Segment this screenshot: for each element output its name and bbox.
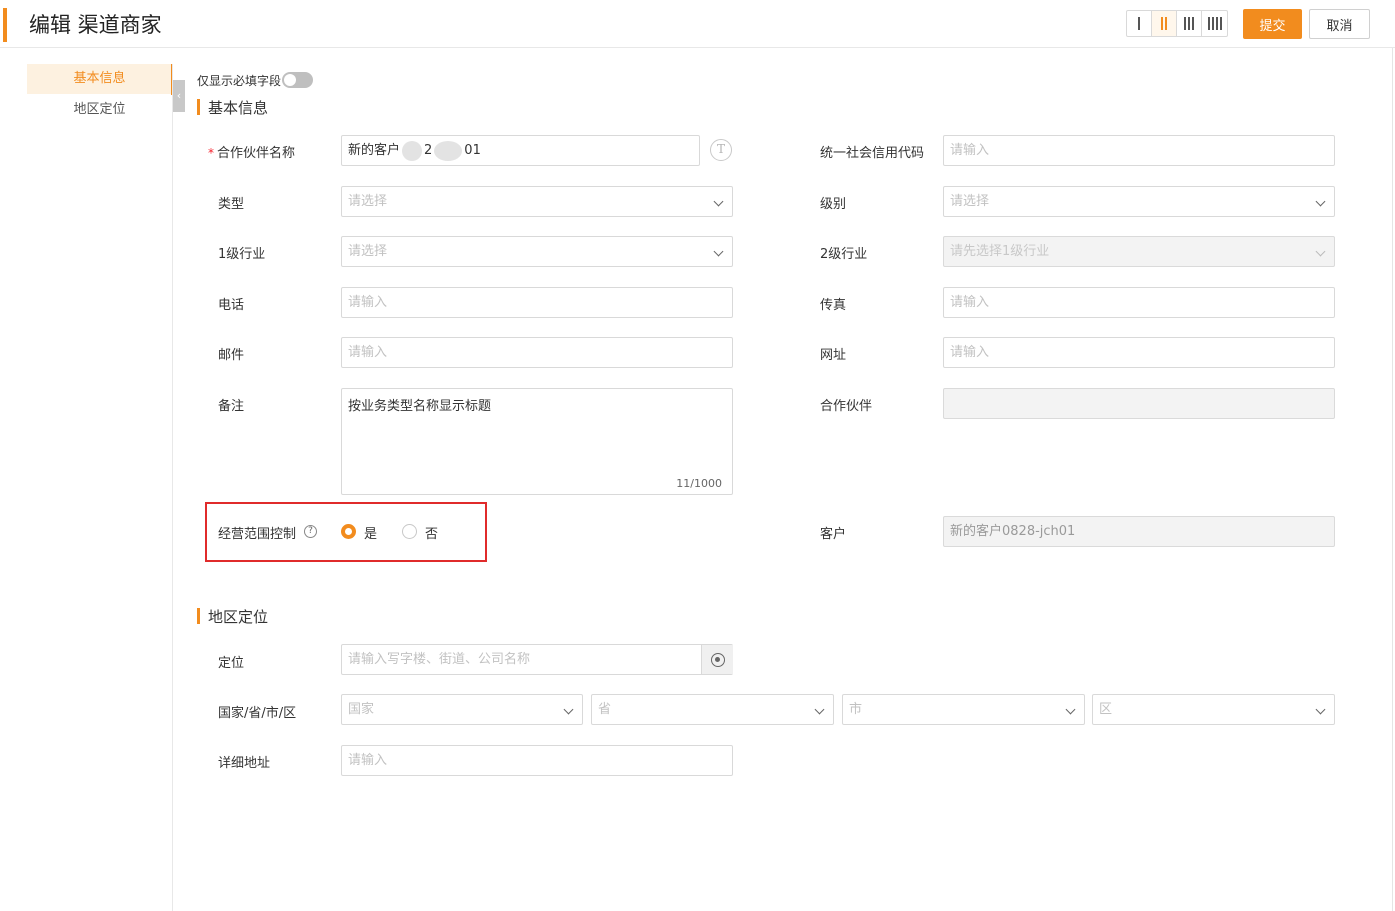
location-label: 定位 — [218, 656, 245, 671]
type-select[interactable]: 请选择 — [341, 186, 733, 217]
chevron-down-icon — [713, 196, 724, 207]
required-mark: * — [208, 146, 214, 160]
section-accent-bar — [197, 99, 200, 115]
one-column-button[interactable] — [1127, 11, 1152, 36]
section-title-region: 地区定位 — [208, 608, 269, 626]
phone-input[interactable]: 请输入 — [341, 287, 733, 318]
required-only-label: 仅显示必填字段 — [197, 74, 282, 88]
region-label: 国家/省/市/区 — [218, 706, 297, 721]
chevron-down-icon — [713, 246, 724, 257]
fax-label: 传真 — [820, 298, 847, 313]
remark-text: 按业务类型名称显示标题 — [348, 399, 492, 414]
level-select[interactable]: 请选择 — [943, 186, 1335, 217]
industry1-select[interactable]: 请选择 — [341, 236, 733, 267]
chevron-down-icon — [1065, 704, 1076, 715]
partner-name-label: * 合作伙伴名称 — [208, 146, 296, 161]
partner-name-input[interactable]: 新的客户 2 01 — [341, 135, 700, 166]
section-title-basic: 基本信息 — [208, 99, 269, 117]
section-accent-bar — [197, 608, 200, 624]
sidebar-item-region[interactable]: 地区定位 — [27, 95, 172, 125]
redaction-blur — [402, 140, 423, 161]
char-counter: 11/1000 — [676, 477, 722, 490]
fax-input[interactable]: 请输入 — [943, 287, 1335, 318]
credit-code-input[interactable]: 请输入 — [943, 135, 1335, 166]
submit-button[interactable]: 提交 — [1243, 9, 1302, 39]
two-column-button[interactable] — [1152, 11, 1177, 36]
chevron-down-icon — [1315, 704, 1326, 715]
globe-icon — [711, 653, 725, 667]
page-header: 编辑 渠道商家 提交 取消 — [0, 0, 1395, 48]
website-input[interactable]: 请输入 — [943, 337, 1335, 368]
district-select[interactable]: 区 — [1092, 694, 1335, 725]
partner-input[interactable] — [943, 388, 1335, 419]
address-label: 详细地址 — [218, 756, 271, 771]
partner-label: 合作伙伴 — [820, 399, 873, 414]
sidebar-collapse-icon[interactable]: ‹ — [173, 80, 185, 112]
radio-no-label[interactable]: 否 — [425, 523, 438, 542]
radio-yes-label[interactable]: 是 — [364, 523, 377, 542]
email-input[interactable]: 请输入 — [341, 337, 733, 368]
header-accent-bar — [3, 8, 7, 42]
remark-label: 备注 — [218, 399, 245, 414]
industry1-label: 1级行业 — [218, 247, 266, 262]
three-column-button[interactable] — [1177, 11, 1202, 36]
industry2-label: 2级行业 — [820, 247, 868, 262]
country-select[interactable]: 国家 — [341, 694, 583, 725]
radio-no[interactable] — [402, 524, 417, 539]
email-label: 邮件 — [218, 348, 245, 363]
location-input[interactable]: 请输入写字楼、街道、公司名称 — [341, 644, 733, 675]
province-select[interactable]: 省 — [591, 694, 834, 725]
business-scope-label: 经营范围控制 — [218, 527, 297, 542]
credit-code-label: 统一社会信用代码 — [820, 146, 925, 161]
type-label: 类型 — [218, 197, 245, 212]
customer-input[interactable]: 新的客户0828-jch01 — [943, 516, 1335, 547]
phone-label: 电话 — [218, 298, 245, 313]
help-icon[interactable]: ? — [304, 525, 317, 538]
sidebar-divider — [172, 64, 173, 911]
remark-textarea[interactable]: 按业务类型名称显示标题 11/1000 — [341, 388, 733, 495]
chevron-down-icon — [563, 704, 574, 715]
city-select[interactable]: 市 — [842, 694, 1085, 725]
website-label: 网址 — [820, 348, 847, 363]
page-title: 编辑 渠道商家 — [29, 13, 162, 37]
four-column-button[interactable] — [1202, 11, 1227, 36]
required-only-toggle[interactable] — [282, 72, 313, 88]
customer-label: 客户 — [820, 527, 847, 542]
radio-yes[interactable] — [341, 524, 356, 539]
cancel-button[interactable]: 取消 — [1309, 9, 1370, 39]
level-label: 级别 — [820, 197, 847, 212]
content-right-border — [1392, 48, 1393, 911]
chevron-down-icon — [814, 704, 825, 715]
chevron-down-icon — [1315, 196, 1326, 207]
toggle-knob — [284, 74, 296, 86]
locate-button[interactable] — [701, 645, 733, 674]
column-layout-switcher — [1126, 10, 1228, 37]
chevron-down-icon — [1315, 246, 1326, 257]
industry2-select[interactable]: 请先选择1级行业 — [943, 236, 1335, 267]
text-format-icon[interactable]: T — [710, 139, 732, 161]
sidebar-item-basic-info[interactable]: 基本信息 — [27, 64, 172, 94]
redaction-blur — [434, 140, 463, 161]
address-input[interactable]: 请输入 — [341, 745, 733, 776]
